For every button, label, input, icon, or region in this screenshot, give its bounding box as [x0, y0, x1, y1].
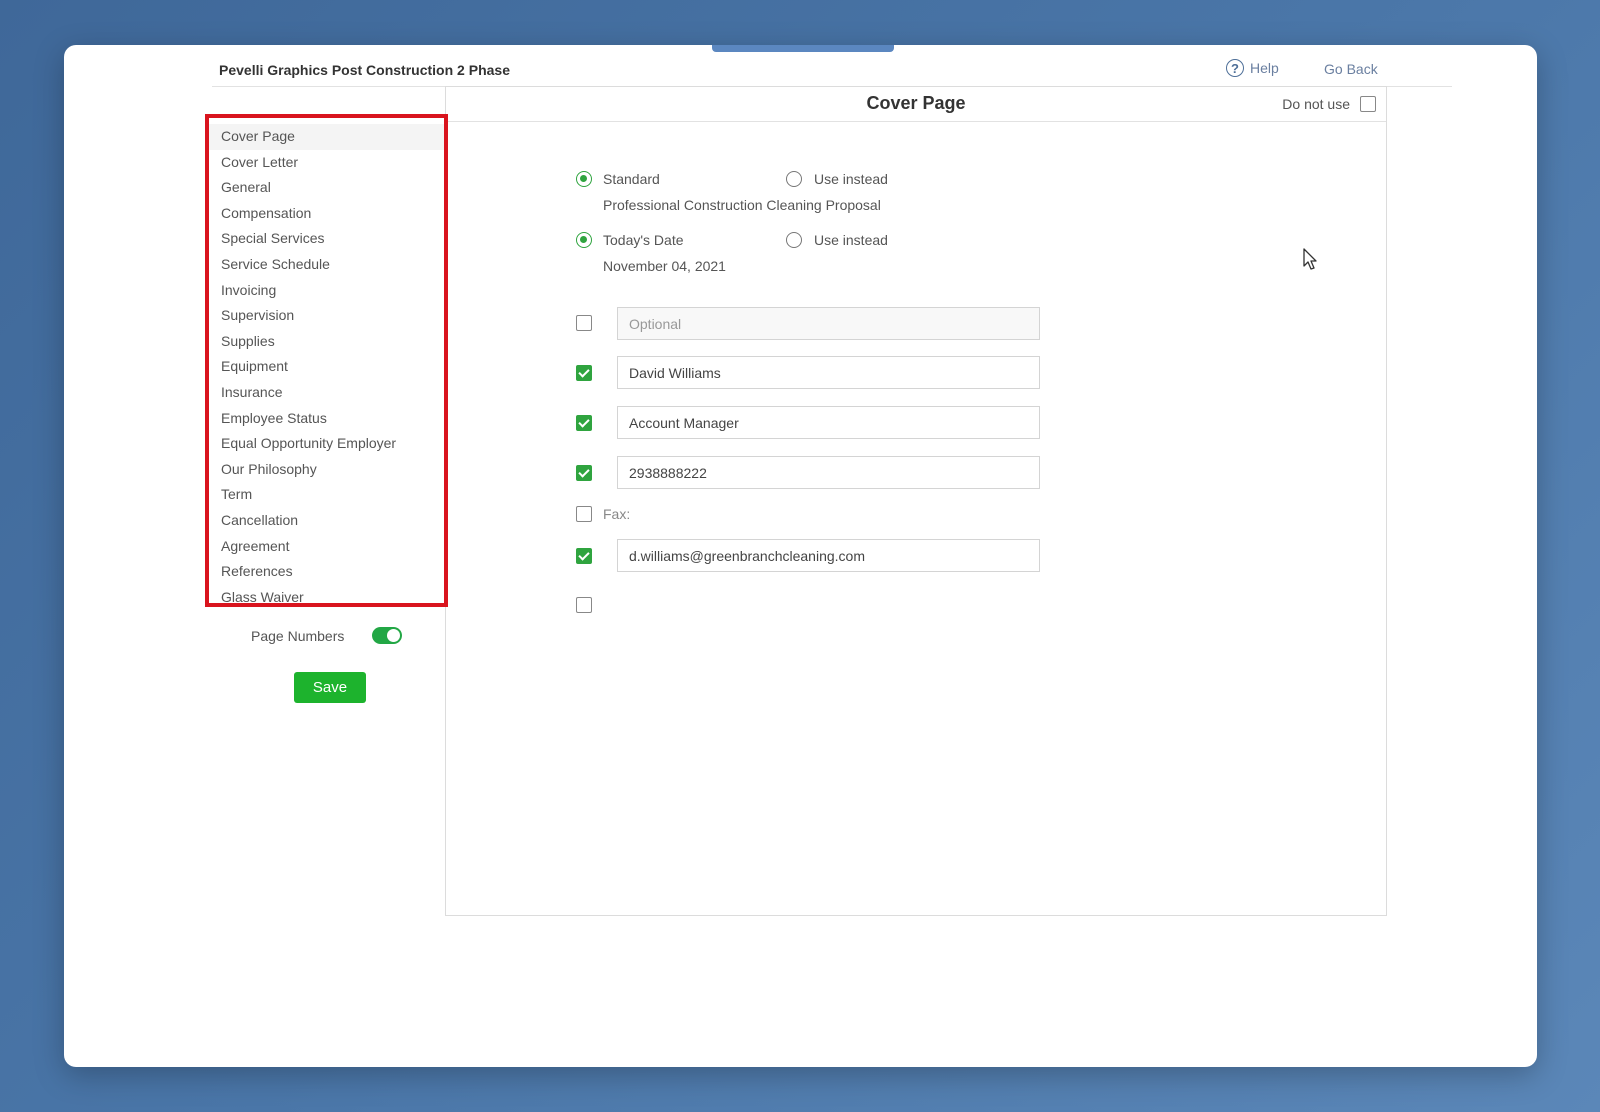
name-checkbox[interactable]	[576, 365, 592, 381]
date-use-instead-label: Use instead	[814, 232, 888, 248]
help-icon: ?	[1226, 59, 1244, 77]
sidebar-item[interactable]: Employee Status	[209, 406, 444, 432]
sidebar-item[interactable]: Compensation	[209, 201, 444, 227]
title-use-instead-radio[interactable]	[786, 171, 802, 187]
sidebar-item[interactable]: Supervision	[209, 303, 444, 329]
page-title: Pevelli Graphics Post Construction 2 Pha…	[219, 62, 510, 78]
app-window: Pevelli Graphics Post Construction 2 Pha…	[64, 45, 1537, 1067]
standard-radio[interactable]	[576, 171, 592, 187]
sidebar-item[interactable]: Equal Opportunity Employer	[209, 431, 444, 457]
do-not-use-option[interactable]: Do not use	[1282, 96, 1376, 112]
main-panel: Cover Page Do not use	[445, 86, 1387, 916]
sidebar-item[interactable]: General	[209, 175, 444, 201]
fax-checkbox[interactable]	[576, 506, 592, 522]
go-back-link[interactable]: Go Back	[1324, 61, 1378, 77]
sidebar-item[interactable]: Cover Page	[209, 124, 444, 150]
save-button[interactable]: Save	[294, 672, 366, 703]
todays-date-radio[interactable]	[576, 232, 592, 248]
page-numbers-toggle[interactable]	[372, 627, 403, 644]
page-numbers-setting: Page Numbers	[251, 627, 403, 644]
date-text: November 04, 2021	[603, 258, 726, 274]
sidebar-item[interactable]: Cover Letter	[209, 150, 444, 176]
fax-label: Fax:	[603, 506, 631, 522]
email-checkbox[interactable]	[576, 548, 592, 564]
title-use-instead-label: Use instead	[814, 171, 888, 187]
sidebar-item[interactable]: References	[209, 559, 444, 585]
phone-checkbox[interactable]	[576, 465, 592, 481]
extra-checkbox[interactable]	[576, 597, 592, 613]
sidebar-item[interactable]: Service Schedule	[209, 252, 444, 278]
panel-title: Cover Page	[866, 93, 966, 113]
panel-title-divider	[446, 121, 1386, 122]
name-field[interactable]	[617, 356, 1040, 389]
sidebar-list: Cover Page Cover Letter General Compensatio…	[209, 118, 444, 610]
help-label: Help	[1250, 60, 1279, 76]
optional-checkbox[interactable]	[576, 315, 592, 331]
toggle-knob	[387, 629, 401, 642]
do-not-use-label: Do not use	[1282, 96, 1350, 112]
date-use-instead-radio[interactable]	[786, 232, 802, 248]
role-checkbox[interactable]	[576, 415, 592, 431]
sidebar-item[interactable]: Special Services	[209, 226, 444, 252]
sidebar-item[interactable]: Equipment	[209, 354, 444, 380]
standard-label: Standard	[603, 171, 660, 187]
do-not-use-checkbox[interactable]	[1360, 96, 1376, 112]
sidebar-item[interactable]: Supplies	[209, 329, 444, 355]
top-tab-indicator	[712, 45, 894, 52]
phone-field[interactable]	[617, 456, 1040, 489]
sidebar-item[interactable]: Agreement	[209, 534, 444, 560]
standard-title-text: Professional Construction Cleaning Propo…	[603, 197, 881, 213]
page-numbers-label: Page Numbers	[251, 627, 345, 644]
sidebar-item[interactable]: Glass Waiver	[209, 585, 444, 611]
mouse-pointer-icon	[1303, 248, 1317, 270]
sidebar-item[interactable]: Invoicing	[209, 278, 444, 304]
role-field[interactable]	[617, 406, 1040, 439]
optional-field[interactable]	[617, 307, 1040, 340]
sidebar-item[interactable]: Our Philosophy	[209, 457, 444, 483]
sidebar-nav: Cover Page Cover Letter General Compensatio…	[205, 114, 448, 607]
help-link[interactable]: ? Help	[1226, 59, 1279, 77]
sidebar-item[interactable]: Insurance	[209, 380, 444, 406]
sidebar-item[interactable]: Term	[209, 482, 444, 508]
todays-date-label: Today's Date	[603, 232, 684, 248]
email-field[interactable]	[617, 539, 1040, 572]
sidebar-item[interactable]: Cancellation	[209, 508, 444, 534]
